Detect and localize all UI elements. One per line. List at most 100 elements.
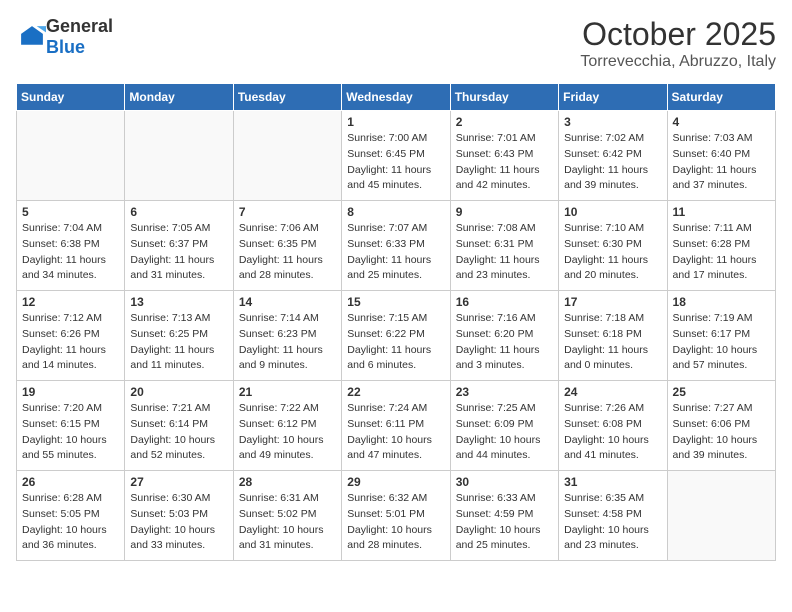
calendar-cell: 25 Sunrise: 7:27 AMSunset: 6:06 PMDayligh…	[667, 381, 775, 471]
calendar-cell: 15 Sunrise: 7:15 AMSunset: 6:22 PMDayligh…	[342, 291, 450, 381]
calendar-cell: 8 Sunrise: 7:07 AMSunset: 6:33 PMDaylight…	[342, 201, 450, 291]
day-info: Sunrise: 7:25 AMSunset: 6:09 PMDaylight:…	[456, 401, 553, 464]
calendar-cell: 11Sunrise: 7:11 AMSunset: 6:28 PMDayligh…	[667, 201, 775, 291]
calendar-cell: 28 Sunrise: 6:31 AMSunset: 5:02 PMDayligh…	[233, 471, 341, 561]
day-info: Sunrise: 6:31 AMSunset: 5:02 PMDaylight:…	[239, 491, 336, 554]
day-number: 31	[564, 475, 661, 489]
day-number: 30	[456, 475, 553, 489]
day-number: 1	[347, 115, 444, 129]
day-info: Sunrise: 7:04 AMSunset: 6:38 PMDaylight:…	[22, 221, 119, 284]
day-number: 15	[347, 295, 444, 309]
logo-blue: Blue	[46, 37, 85, 57]
day-number: 25	[673, 385, 770, 399]
day-info: Sunrise: 7:07 AMSunset: 6:33 PMDaylight:…	[347, 221, 444, 284]
day-number: 6	[130, 205, 227, 219]
day-info: Sunrise: 7:18 AMSunset: 6:18 PMDaylight:…	[564, 311, 661, 374]
day-info: Sunrise: 7:20 AMSunset: 6:15 PMDaylight:…	[22, 401, 119, 464]
day-info: Sunrise: 7:22 AMSunset: 6:12 PMDaylight:…	[239, 401, 336, 464]
week-row-3: 12 Sunrise: 7:12 AMSunset: 6:26 PMDayligh…	[17, 291, 776, 381]
logo: General Blue	[16, 16, 113, 58]
day-info: Sunrise: 7:27 AMSunset: 6:06 PMDaylight:…	[673, 401, 770, 464]
day-info: Sunrise: 6:33 AMSunset: 4:59 PMDaylight:…	[456, 491, 553, 554]
day-info: Sunrise: 7:24 AMSunset: 6:11 PMDaylight:…	[347, 401, 444, 464]
day-info: Sunrise: 7:05 AMSunset: 6:37 PMDaylight:…	[130, 221, 227, 284]
calendar-cell: 14 Sunrise: 7:14 AMSunset: 6:23 PMDayligh…	[233, 291, 341, 381]
day-number: 17	[564, 295, 661, 309]
week-row-4: 19 Sunrise: 7:20 AMSunset: 6:15 PMDayligh…	[17, 381, 776, 471]
day-number: 2	[456, 115, 553, 129]
calendar-cell: 6 Sunrise: 7:05 AMSunset: 6:37 PMDaylight…	[125, 201, 233, 291]
day-info: Sunrise: 6:32 AMSunset: 5:01 PMDaylight:…	[347, 491, 444, 554]
day-number: 10	[564, 205, 661, 219]
day-info: Sunrise: 7:01 AMSunset: 6:43 PMDaylight:…	[456, 131, 553, 194]
day-number: 18	[673, 295, 770, 309]
day-number: 22	[347, 385, 444, 399]
calendar-cell: 18Sunrise: 7:19 AMSunset: 6:17 PMDayligh…	[667, 291, 775, 381]
calendar-cell	[125, 111, 233, 201]
day-number: 7	[239, 205, 336, 219]
day-info: Sunrise: 6:35 AMSunset: 4:58 PMDaylight:…	[564, 491, 661, 554]
calendar-cell: 21 Sunrise: 7:22 AMSunset: 6:12 PMDayligh…	[233, 381, 341, 471]
week-row-2: 5 Sunrise: 7:04 AMSunset: 6:38 PMDaylight…	[17, 201, 776, 291]
day-info: Sunrise: 7:03 AMSunset: 6:40 PMDaylight:…	[673, 131, 770, 194]
day-number: 21	[239, 385, 336, 399]
day-info: Sunrise: 7:06 AMSunset: 6:35 PMDaylight:…	[239, 221, 336, 284]
day-info: Sunrise: 7:26 AMSunset: 6:08 PMDaylight:…	[564, 401, 661, 464]
calendar-cell: 26 Sunrise: 6:28 AMSunset: 5:05 PMDayligh…	[17, 471, 125, 561]
col-header-thursday: Thursday	[450, 84, 558, 111]
day-number: 13	[130, 295, 227, 309]
day-number: 29	[347, 475, 444, 489]
calendar-cell: 4Sunrise: 7:03 AMSunset: 6:40 PMDaylight…	[667, 111, 775, 201]
day-number: 3	[564, 115, 661, 129]
day-number: 14	[239, 295, 336, 309]
logo-icon	[18, 23, 46, 51]
day-info: Sunrise: 7:21 AMSunset: 6:14 PMDaylight:…	[130, 401, 227, 464]
calendar-cell: 7 Sunrise: 7:06 AMSunset: 6:35 PMDaylight…	[233, 201, 341, 291]
day-number: 24	[564, 385, 661, 399]
calendar-cell: 19 Sunrise: 7:20 AMSunset: 6:15 PMDayligh…	[17, 381, 125, 471]
day-number: 23	[456, 385, 553, 399]
day-number: 20	[130, 385, 227, 399]
calendar-cell: 27Sunrise: 6:30 AMSunset: 5:03 PMDayligh…	[125, 471, 233, 561]
day-number: 9	[456, 205, 553, 219]
day-info: Sunrise: 7:12 AMSunset: 6:26 PMDaylight:…	[22, 311, 119, 374]
calendar-cell	[667, 471, 775, 561]
col-header-friday: Friday	[559, 84, 667, 111]
day-info: Sunrise: 6:28 AMSunset: 5:05 PMDaylight:…	[22, 491, 119, 554]
header-row: SundayMondayTuesdayWednesdayThursdayFrid…	[17, 84, 776, 111]
location-title: Torrevecchia, Abruzzo, Italy	[580, 53, 776, 71]
calendar-cell: 3Sunrise: 7:02 AMSunset: 6:42 PMDaylight…	[559, 111, 667, 201]
col-header-saturday: Saturday	[667, 84, 775, 111]
week-row-5: 26 Sunrise: 6:28 AMSunset: 5:05 PMDayligh…	[17, 471, 776, 561]
day-number: 19	[22, 385, 119, 399]
day-number: 27	[130, 475, 227, 489]
page-header: General Blue October 2025 Torrevecchia, …	[16, 16, 776, 71]
month-title: October 2025	[580, 16, 776, 53]
week-row-1: 1Sunrise: 7:00 AMSunset: 6:45 PMDaylight…	[17, 111, 776, 201]
day-info: Sunrise: 7:08 AMSunset: 6:31 PMDaylight:…	[456, 221, 553, 284]
day-number: 11	[673, 205, 770, 219]
day-info: Sunrise: 7:14 AMSunset: 6:23 PMDaylight:…	[239, 311, 336, 374]
day-number: 8	[347, 205, 444, 219]
calendar-cell: 9 Sunrise: 7:08 AMSunset: 6:31 PMDaylight…	[450, 201, 558, 291]
day-info: Sunrise: 7:16 AMSunset: 6:20 PMDaylight:…	[456, 311, 553, 374]
calendar-cell: 29 Sunrise: 6:32 AMSunset: 5:01 PMDayligh…	[342, 471, 450, 561]
title-block: October 2025 Torrevecchia, Abruzzo, Ital…	[580, 16, 776, 71]
col-header-tuesday: Tuesday	[233, 84, 341, 111]
day-info: Sunrise: 7:15 AMSunset: 6:22 PMDaylight:…	[347, 311, 444, 374]
calendar-cell: 2 Sunrise: 7:01 AMSunset: 6:43 PMDaylight…	[450, 111, 558, 201]
calendar-cell: 17 Sunrise: 7:18 AMSunset: 6:18 PMDayligh…	[559, 291, 667, 381]
calendar-cell: 12 Sunrise: 7:12 AMSunset: 6:26 PMDayligh…	[17, 291, 125, 381]
day-number: 26	[22, 475, 119, 489]
calendar-cell: 16Sunrise: 7:16 AMSunset: 6:20 PMDayligh…	[450, 291, 558, 381]
calendar-cell: 23 Sunrise: 7:25 AMSunset: 6:09 PMDayligh…	[450, 381, 558, 471]
day-number: 5	[22, 205, 119, 219]
day-info: Sunrise: 7:10 AMSunset: 6:30 PMDaylight:…	[564, 221, 661, 284]
calendar-cell: 5 Sunrise: 7:04 AMSunset: 6:38 PMDaylight…	[17, 201, 125, 291]
col-header-sunday: Sunday	[17, 84, 125, 111]
calendar-cell: 22 Sunrise: 7:24 AMSunset: 6:11 PMDayligh…	[342, 381, 450, 471]
day-number: 28	[239, 475, 336, 489]
calendar-cell: 20 Sunrise: 7:21 AMSunset: 6:14 PMDayligh…	[125, 381, 233, 471]
day-number: 12	[22, 295, 119, 309]
calendar-cell: 13Sunrise: 7:13 AMSunset: 6:25 PMDayligh…	[125, 291, 233, 381]
